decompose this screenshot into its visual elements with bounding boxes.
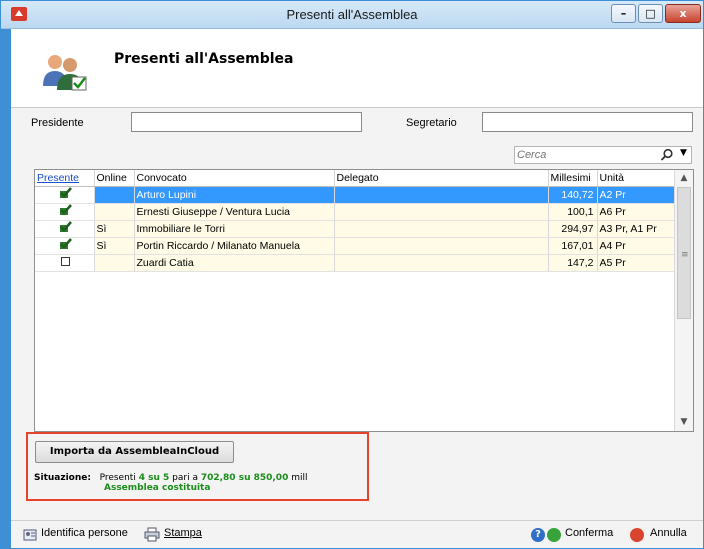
delegato-cell[interactable] xyxy=(334,237,549,255)
column-header-unita[interactable]: Unità xyxy=(597,170,675,187)
convocato-cell[interactable]: Arturo Lupini xyxy=(134,186,335,204)
import-button[interactable]: Importa da AssembleaInCloud xyxy=(35,441,234,463)
search-box[interactable]: ▼ xyxy=(514,146,692,164)
dialog-window: Presenti all'Assemblea – □ x Presenti al… xyxy=(0,0,704,549)
grip-icon: ≡ xyxy=(681,250,689,260)
convocato-cell[interactable]: Portin Riccardo / Milanato Manuela xyxy=(134,237,335,255)
assemblea-status: Assemblea costituita xyxy=(104,483,211,493)
online-cell[interactable] xyxy=(94,254,135,272)
segretario-label: Segretario xyxy=(406,117,457,129)
id-card-icon xyxy=(23,529,37,541)
unita-cell[interactable]: A5 Pr xyxy=(597,254,675,272)
presente-cell[interactable] xyxy=(35,254,95,272)
confirm-check-icon xyxy=(547,528,561,542)
window-title: Presenti all'Assemblea xyxy=(286,7,418,22)
delegato-cell[interactable] xyxy=(334,186,549,204)
table-row[interactable]: Sì Immobiliare le Torri 294,97 A3 Pr, A1 Pr xyxy=(35,220,675,238)
close-button[interactable]: x xyxy=(665,4,701,23)
scroll-thumb[interactable]: ≡ xyxy=(677,187,691,319)
header-panel: Presenti all'Assemblea xyxy=(11,29,703,107)
presente-cell[interactable] xyxy=(35,203,95,221)
delegato-cell[interactable] xyxy=(334,254,549,272)
presidente-field[interactable] xyxy=(131,112,362,132)
column-header-delegato[interactable]: Delegato xyxy=(334,170,549,187)
presente-cell[interactable] xyxy=(35,237,95,255)
delegato-cell[interactable] xyxy=(334,203,549,221)
annulla-button[interactable]: Annulla xyxy=(650,527,687,539)
divider xyxy=(11,520,703,521)
convocato-cell[interactable]: Immobiliare le Torri xyxy=(134,220,335,238)
identifica-persone-button[interactable]: Identifica persone xyxy=(41,527,128,539)
unita-cell[interactable]: A2 Pr xyxy=(597,186,675,204)
page-title: Presenti all'Assemblea xyxy=(114,51,294,67)
search-dropdown-icon[interactable]: ▼ xyxy=(680,148,687,158)
table-row[interactable]: Ernesti Giuseppe / Ventura Lucia 100,1 A6 … xyxy=(35,203,675,221)
millesimi-cell[interactable]: 294,97 xyxy=(548,220,598,238)
online-cell[interactable]: Sì xyxy=(94,220,135,238)
presente-cell[interactable] xyxy=(35,186,95,204)
present-check-icon[interactable] xyxy=(58,204,73,216)
millesimi-cell[interactable]: 167,01 xyxy=(548,237,598,255)
vertical-scrollbar[interactable]: ▲ ≡ ▼ xyxy=(674,170,693,431)
presenti-count: 4 su 5 xyxy=(138,473,170,483)
scroll-down-icon[interactable]: ▼ xyxy=(675,414,693,430)
column-header-online[interactable]: Online xyxy=(94,170,135,187)
scroll-up-icon[interactable]: ▲ xyxy=(675,170,693,186)
attendees-table: Presente Online Convocato Delegato Mille… xyxy=(35,170,675,272)
millesimi-cell[interactable]: 140,72 xyxy=(548,186,598,204)
millesimi-total: 702,80 su 850,00 xyxy=(200,473,289,483)
column-header-convocato[interactable]: Convocato xyxy=(134,170,335,187)
divider xyxy=(11,107,703,108)
minimize-button[interactable]: – xyxy=(611,4,636,23)
title-bar[interactable]: Presenti all'Assemblea – □ x xyxy=(1,1,703,29)
present-check-icon[interactable] xyxy=(58,221,73,233)
column-header-millesimi[interactable]: Millesimi xyxy=(548,170,598,187)
presidente-label: Presidente xyxy=(31,117,84,129)
table-row[interactable]: Zuardi Catia 147,2 A5 Pr xyxy=(35,254,675,272)
stampa-button[interactable]: Stampa xyxy=(164,527,202,539)
window-border xyxy=(1,29,11,549)
situazione-label: Situazione: xyxy=(34,473,91,483)
segretario-field[interactable] xyxy=(482,112,693,132)
present-checkbox[interactable] xyxy=(60,256,70,266)
unita-cell[interactable]: A6 Pr xyxy=(597,203,675,221)
help-icon[interactable]: ? xyxy=(531,528,545,542)
search-icon[interactable] xyxy=(660,148,674,162)
attendees-grid: Presente Online Convocato Delegato Mille… xyxy=(34,169,694,432)
convocato-cell[interactable]: Zuardi Catia xyxy=(134,254,335,272)
table-row[interactable]: Arturo Lupini 140,72 A2 Pr xyxy=(35,186,675,204)
millesimi-cell[interactable]: 147,2 xyxy=(548,254,598,272)
presenti-text: Presenti xyxy=(99,473,136,483)
table-row[interactable]: Sì Portin Riccardo / Milanato Manuela 167,… xyxy=(35,237,675,255)
convocato-cell[interactable]: Ernesti Giuseppe / Ventura Lucia xyxy=(134,203,335,221)
situazione-panel: Situazione: Presenti 4 su 5 pari a 702,8… xyxy=(34,473,308,493)
cancel-x-icon xyxy=(630,528,644,542)
search-input[interactable] xyxy=(517,148,647,162)
column-header-presente[interactable]: Presente xyxy=(35,170,95,187)
people-check-icon xyxy=(43,55,87,91)
millesimi-cell[interactable]: 100,1 xyxy=(548,203,598,221)
unita-cell[interactable]: A4 Pr xyxy=(597,237,675,255)
delegato-cell[interactable] xyxy=(334,220,549,238)
conferma-button[interactable]: Conferma xyxy=(565,527,613,539)
print-icon xyxy=(144,527,160,542)
present-check-icon[interactable] xyxy=(58,187,73,199)
presente-cell[interactable] xyxy=(35,220,95,238)
maximize-button[interactable]: □ xyxy=(638,4,663,23)
online-cell[interactable]: Sì xyxy=(94,237,135,255)
unita-cell[interactable]: A3 Pr, A1 Pr xyxy=(597,220,675,238)
present-check-icon[interactable] xyxy=(58,238,73,250)
pari-text: pari a xyxy=(172,473,198,483)
online-cell[interactable] xyxy=(94,186,135,204)
mill-text: mill xyxy=(291,473,308,483)
online-cell[interactable] xyxy=(94,203,135,221)
